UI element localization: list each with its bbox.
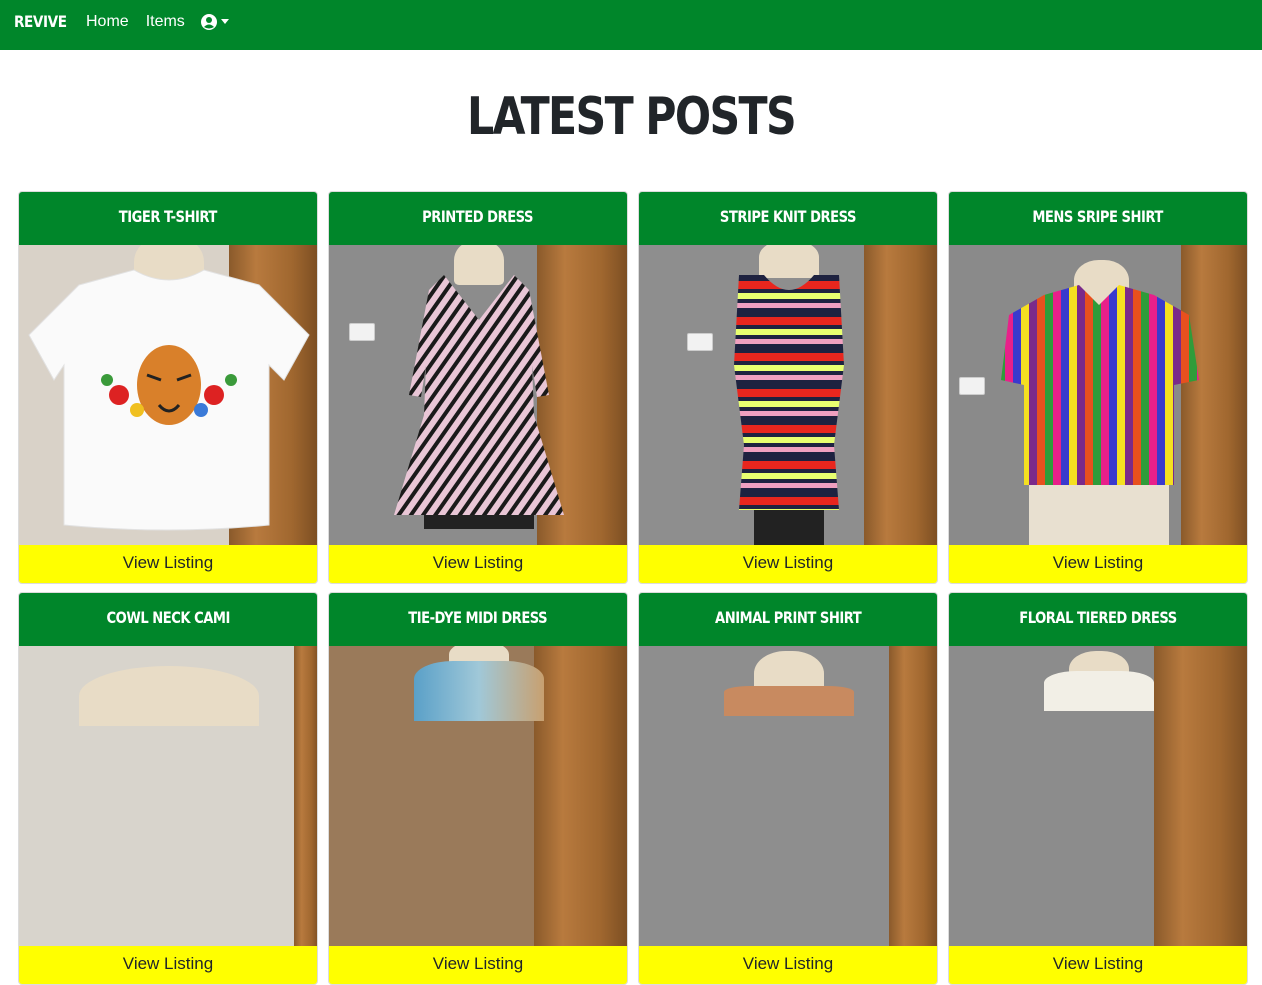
view-listing-button[interactable]: View Listing xyxy=(949,946,1247,984)
view-listing-button[interactable]: View Listing xyxy=(329,946,627,984)
user-menu-dropdown[interactable] xyxy=(200,11,229,33)
product-photo[interactable] xyxy=(329,245,627,545)
chevron-down-icon xyxy=(220,18,229,24)
post-card: TIGER T-SHIRT View Listing xyxy=(18,191,318,584)
product-photo[interactable] xyxy=(639,646,937,946)
view-listing-button[interactable]: View Listing xyxy=(949,545,1247,583)
card-title: ANIMAL PRINT SHIRT xyxy=(639,593,937,646)
user-circle-icon xyxy=(200,14,217,30)
card-title: FLORAL TIERED DRESS xyxy=(949,593,1247,646)
view-listing-button[interactable]: View Listing xyxy=(639,545,937,583)
product-photo[interactable] xyxy=(949,646,1247,946)
post-card: TIE-DYE MIDI DRESS View Listing xyxy=(328,592,628,985)
product-photo[interactable] xyxy=(949,245,1247,545)
top-navbar: REVIVE Home Items xyxy=(0,0,1262,50)
view-listing-button[interactable]: View Listing xyxy=(19,545,317,583)
product-photo[interactable] xyxy=(19,646,317,946)
card-title: COWL NECK CAMI xyxy=(19,593,317,646)
page-title: LATEST POSTS xyxy=(466,87,797,147)
post-card: ANIMAL PRINT SHIRT View Listing xyxy=(638,592,938,985)
card-title: PRINTED DRESS xyxy=(329,192,627,245)
post-card: STRIPE KNIT DRESS View Listing xyxy=(638,191,938,584)
post-card: COWL NECK CAMI View Listing xyxy=(18,592,318,985)
post-card: PRINTED DRESS View Listing xyxy=(328,191,628,584)
product-photo[interactable] xyxy=(329,646,627,946)
card-title: STRIPE KNIT DRESS xyxy=(639,192,937,245)
nav-home-link[interactable]: Home xyxy=(86,11,129,33)
card-title: MENS SRIPE SHIRT xyxy=(949,192,1247,245)
product-photo[interactable] xyxy=(639,245,937,545)
nav-items-link[interactable]: Items xyxy=(146,11,185,33)
product-photo[interactable] xyxy=(19,245,317,545)
brand-logo[interactable]: REVIVE xyxy=(14,11,67,33)
card-title: TIGER T-SHIRT xyxy=(19,192,317,245)
card-title: TIE-DYE MIDI DRESS xyxy=(329,593,627,646)
post-card: MENS SRIPE SHIRT View Listing xyxy=(948,191,1248,584)
post-card: FLORAL TIERED DRESS View Listing xyxy=(948,592,1248,985)
view-listing-button[interactable]: View Listing xyxy=(639,946,937,984)
view-listing-button[interactable]: View Listing xyxy=(19,946,317,984)
view-listing-button[interactable]: View Listing xyxy=(329,545,627,583)
